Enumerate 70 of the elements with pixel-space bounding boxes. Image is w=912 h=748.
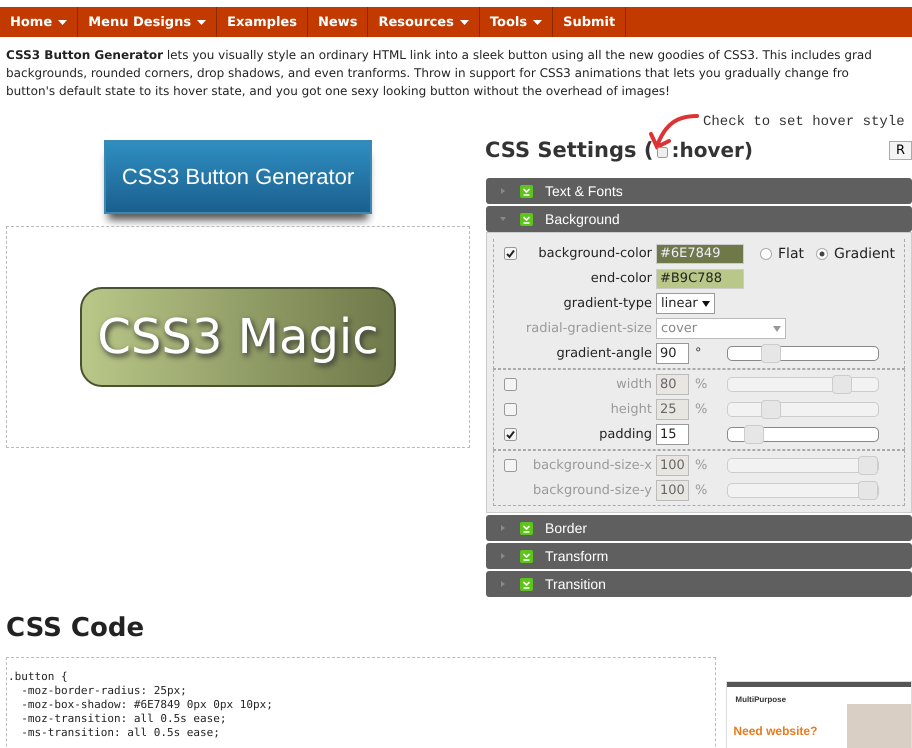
caret-icon — [533, 20, 542, 24]
caret-icon — [197, 20, 206, 24]
field-label: width — [615, 377, 653, 392]
nav-item[interactable]: Tools — [480, 7, 554, 37]
color-field[interactable]: #6E7849 — [656, 244, 744, 264]
field-label: gradient-angle — [555, 346, 653, 361]
caret-icon — [500, 525, 506, 531]
number-field[interactable]: 15 — [656, 424, 689, 445]
caret-icon — [500, 188, 506, 194]
download-icon — [520, 522, 533, 534]
radio-button[interactable] — [760, 248, 772, 260]
hover-checkbox[interactable] — [657, 146, 668, 158]
caret-icon — [702, 300, 710, 306]
nav-item[interactable]: Home — [0, 7, 78, 37]
caret-icon — [500, 581, 506, 587]
caret-icon — [773, 326, 781, 332]
preview-button[interactable]: CSS3 Magic — [80, 287, 396, 387]
caret-icon — [500, 553, 506, 559]
hover-label: :hover) — [671, 138, 754, 162]
accordion-header[interactable]: Transform — [486, 543, 912, 569]
logo-banner: CSS3 Button Generator — [104, 140, 372, 214]
nav-item[interactable]: Resources — [368, 7, 480, 37]
field-label: gradient-type — [562, 296, 653, 311]
accordion-header[interactable]: Border — [486, 515, 912, 541]
field-label: radial-gradient-size — [524, 321, 653, 336]
checkbox[interactable] — [504, 428, 517, 441]
caret-icon — [460, 20, 469, 24]
unit-label: % — [695, 402, 708, 417]
radio-label: Flat — [778, 246, 804, 262]
section-heading: CSS Settings ( — [485, 138, 654, 162]
download-icon — [520, 212, 533, 226]
accordion-header[interactable]: Text & Fonts — [486, 178, 912, 204]
unit-label: % — [695, 483, 708, 498]
nav-item[interactable]: Examples — [217, 7, 308, 37]
unit-label: % — [695, 377, 708, 392]
ad-banner[interactable]: MultiPurpose Need website? — [726, 681, 912, 748]
nav-item[interactable]: Submit — [553, 7, 626, 37]
field-label: background-size-x — [532, 458, 653, 473]
color-field[interactable]: #B9C788 — [656, 268, 744, 288]
radio-button[interactable] — [816, 248, 828, 260]
field-label: background-size-y — [532, 483, 653, 498]
annotation-text: Check to set hover style — [703, 114, 905, 130]
field-label: background-color — [537, 246, 653, 261]
code-heading: CSS Code — [6, 613, 146, 643]
nav-item[interactable]: News — [308, 7, 368, 37]
caret-icon — [58, 20, 68, 24]
unit-label: % — [695, 458, 708, 473]
field-label: end-color — [590, 271, 653, 286]
download-icon — [520, 550, 533, 562]
intro-paragraph: CSS3 Button Generator lets you visually style an ordinary HTML link into a sleek button using all the new goodies of CSS3. This includes grad backgrounds, rounded corners, drop shadows, and even tranforms. Throw in support for CSS3 animations that lets you gradually change fro button's default state to its hover state, and you got one sexy looking button without the overhead of images! — [6, 47, 872, 100]
radio-label: Gradient — [834, 246, 895, 262]
nav-item[interactable]: Menu Designs — [78, 7, 218, 37]
side-button[interactable]: R — [888, 140, 912, 160]
ad-headline: Need website? — [733, 724, 818, 738]
field-label: padding — [598, 427, 653, 442]
download-icon — [520, 578, 533, 590]
download-icon — [520, 184, 533, 198]
checkbox[interactable] — [504, 247, 517, 260]
dropdown[interactable]: linear — [656, 293, 715, 314]
accordion-header[interactable]: Background — [486, 206, 912, 232]
unit-label: ° — [695, 346, 702, 361]
ad-brand: MultiPurpose — [735, 695, 786, 704]
number-field[interactable]: 90 — [656, 343, 689, 364]
accordion-header[interactable]: Transition — [486, 571, 912, 597]
photo-placeholder — [847, 704, 911, 748]
caret-icon — [500, 216, 506, 222]
slider-thumb[interactable] — [760, 344, 780, 363]
slider-thumb[interactable] — [744, 425, 764, 444]
code-block: .button { -moz-border-radius: 25px; -moz-box-shadow: #6E7849 0px 0px 10px; -moz-transition: all 0.5s ease; -ms-transition: all 0.5s ease; — [6, 657, 716, 748]
field-label: height — [610, 402, 653, 417]
